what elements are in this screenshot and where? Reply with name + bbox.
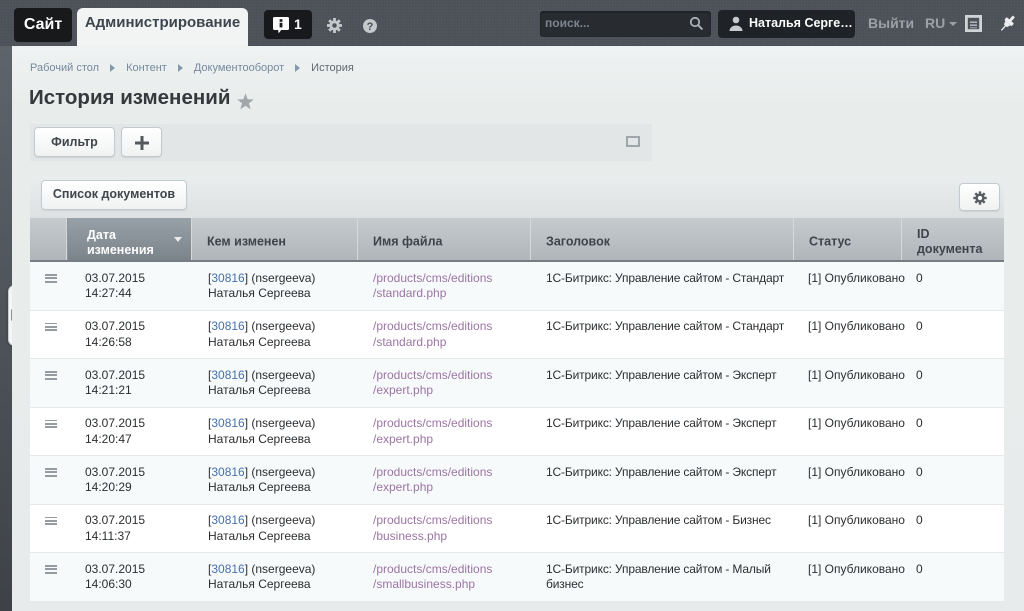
svg-text:?: ?: [367, 21, 374, 33]
